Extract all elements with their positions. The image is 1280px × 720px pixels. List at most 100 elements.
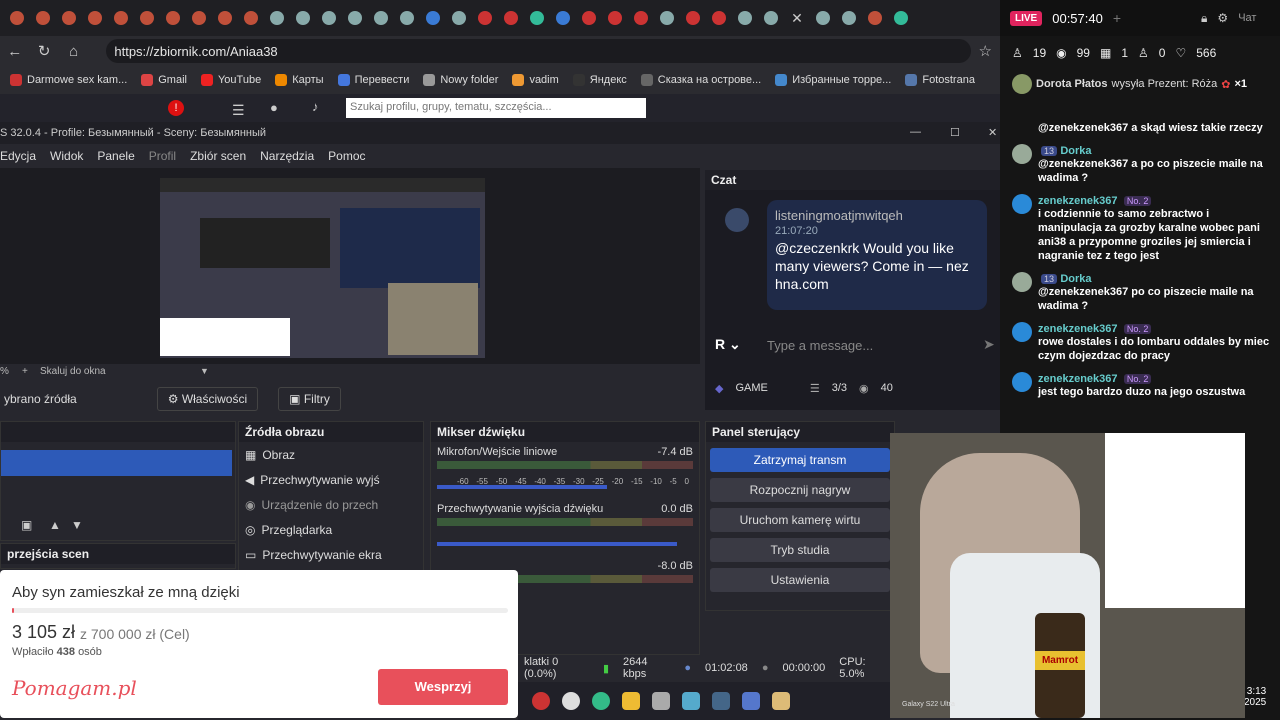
tab[interactable] (838, 7, 860, 29)
tab[interactable] (604, 7, 626, 29)
maximize-icon[interactable]: ☐ (950, 126, 960, 139)
message-user[interactable]: zenekzenek367 (1038, 195, 1118, 207)
tab[interactable] (6, 7, 28, 29)
tab[interactable] (526, 7, 548, 29)
menu-view[interactable]: Widok (50, 149, 83, 163)
source-item[interactable]: ▦ Obraz (239, 442, 423, 467)
tab[interactable] (656, 7, 678, 29)
bookmark[interactable]: Яндекс (572, 74, 627, 86)
tab[interactable] (58, 7, 80, 29)
app-icon[interactable] (652, 692, 670, 710)
tab[interactable] (370, 7, 392, 29)
bell-icon[interactable]: ♪ (312, 99, 319, 114)
tab[interactable] (708, 7, 730, 29)
add-icon[interactable]: + (22, 366, 28, 377)
stop-streaming-button[interactable]: Zatrzymaj transm (710, 448, 890, 472)
close-tab-icon[interactable]: ✕ (786, 7, 808, 29)
tab[interactable] (136, 7, 158, 29)
tab[interactable] (630, 7, 652, 29)
source-item[interactable]: ◀ Przechwytywanie wyjś (239, 467, 423, 492)
zoom-select[interactable]: Skaluj do okna (40, 366, 106, 377)
tab[interactable] (188, 7, 210, 29)
tab[interactable] (266, 7, 288, 29)
studio-mode-button[interactable]: Tryb studia (710, 538, 890, 562)
bookmark[interactable]: Сказка на острове... (640, 74, 761, 86)
bookmark[interactable]: Gmail (141, 74, 187, 86)
tab[interactable] (734, 7, 756, 29)
filters-button[interactable]: ▣ Filtry (278, 387, 341, 411)
gear-icon[interactable]: ⚙ (1217, 11, 1228, 25)
chat-icon[interactable]: ● (270, 100, 278, 115)
tab[interactable] (890, 7, 912, 29)
move-up-icon[interactable]: ▲ (49, 518, 61, 532)
tab[interactable] (552, 7, 574, 29)
tab[interactable] (318, 7, 340, 29)
tab[interactable] (214, 7, 236, 29)
url-input[interactable]: https://zbiornik.com/Aniaa38 (106, 39, 971, 63)
menu-tools[interactable]: Narzędzia (260, 149, 314, 163)
bookmark[interactable]: Карты (275, 74, 324, 86)
steam-icon[interactable] (712, 692, 730, 710)
tab[interactable] (448, 7, 470, 29)
preview-area[interactable]: % + Skaluj do okna ▼ (0, 168, 700, 377)
tab[interactable] (162, 7, 184, 29)
start-recording-button[interactable]: Rozpocznij nagryw (710, 478, 890, 502)
menu-scene-collection[interactable]: Zbiór scen (190, 149, 246, 163)
scene-item-selected[interactable] (1, 450, 232, 476)
add-icon[interactable]: + (1113, 10, 1121, 26)
app-icon[interactable] (772, 692, 790, 710)
send-icon[interactable]: ➤ (983, 336, 995, 353)
menu-profile[interactable]: Profil (149, 149, 176, 163)
tab[interactable] (812, 7, 834, 29)
tab[interactable] (578, 7, 600, 29)
menu-icon[interactable]: ☰ (232, 102, 245, 119)
move-down-icon[interactable]: ▼ (71, 518, 83, 532)
tab[interactable] (760, 7, 782, 29)
source-item[interactable]: ▭ Przechwytywanie ekra (239, 542, 423, 567)
bookmark[interactable]: YouTube (200, 74, 261, 86)
menu-edit[interactable]: Edycja (0, 149, 36, 163)
tab[interactable] (32, 7, 54, 29)
chevron-down-icon[interactable]: ▼ (200, 366, 209, 376)
tab[interactable] (864, 7, 886, 29)
settings-button[interactable]: Ustawienia (710, 568, 890, 592)
message-username[interactable]: listeningmoatjmwitqeh (775, 208, 979, 223)
tab[interactable] (292, 7, 314, 29)
bookmark[interactable]: Перевести (337, 74, 409, 86)
app-icon[interactable] (562, 692, 580, 710)
menu-docks[interactable]: Panele (97, 149, 134, 163)
bookmark[interactable]: Nowy folder (423, 74, 498, 86)
tab[interactable] (84, 7, 106, 29)
chat-tab[interactable]: Чат (1238, 12, 1256, 24)
bookmark[interactable]: vadim (512, 74, 559, 86)
source-item[interactable]: ◉ Urządzenie do przech (239, 492, 423, 517)
message-input[interactable]: Type a message... (767, 338, 873, 353)
tab[interactable] (422, 7, 444, 29)
volume-slider[interactable] (437, 542, 677, 546)
minimize-icon[interactable]: — (910, 126, 921, 138)
tab[interactable] (240, 7, 262, 29)
tab[interactable] (344, 7, 366, 29)
bookmark[interactable]: Fotostrana (905, 74, 975, 86)
message-user[interactable]: Dorka (1060, 273, 1091, 285)
lock-icon[interactable]: 🔒︎ (1201, 11, 1207, 26)
message-user[interactable]: Dorka (1060, 145, 1091, 157)
support-button[interactable]: Wesprzyj (378, 669, 508, 705)
site-search-input[interactable]: Szukaj profilu, grupy, tematu, szczęścia… (346, 98, 646, 118)
photos-icon[interactable] (682, 692, 700, 710)
tab[interactable] (110, 7, 132, 29)
bookmark[interactable]: Избранные торре... (775, 74, 891, 86)
message-user[interactable]: zenekzenek367 (1038, 323, 1118, 335)
home-icon[interactable]: ⌂ (59, 43, 88, 60)
tab[interactable] (682, 7, 704, 29)
tab[interactable] (396, 7, 418, 29)
r-icon[interactable]: R ⌄ (715, 336, 741, 353)
start-virtual-camera-button[interactable]: Uruchom kamerę wirtu (710, 508, 890, 532)
star-icon[interactable]: ☆ (971, 42, 1000, 60)
app-icon[interactable] (742, 692, 760, 710)
source-item[interactable]: ◎ Przeglądarka (239, 517, 423, 542)
tab[interactable] (474, 7, 496, 29)
properties-button[interactable]: ⚙ Właściwości (156, 387, 259, 411)
bookmark[interactable]: Darmowe sex kam... (10, 74, 127, 86)
close-icon[interactable]: ✕ (988, 126, 997, 139)
